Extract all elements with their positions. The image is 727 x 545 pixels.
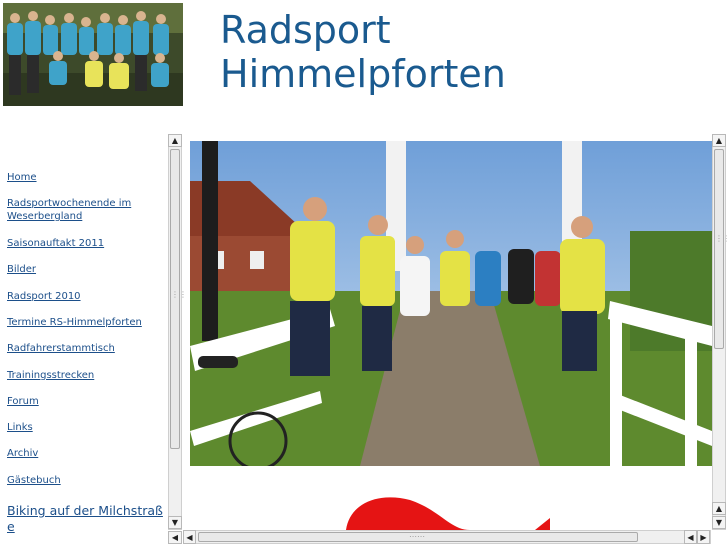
nav-link-biking-milchstrasse[interactable]: Biking auf der Milchstraß [7, 503, 163, 519]
nav-vertical-scrollbar[interactable]: ⋮⋮ [168, 134, 187, 530]
arrow-up-icon[interactable]: ▲ [712, 134, 726, 147]
site-title: Radsport Himmelpforten [220, 8, 506, 96]
grip-icon: ⋮⋮ [715, 234, 727, 243]
arrow-left-icon[interactable]: ◀ [168, 531, 182, 544]
arrow-up-icon[interactable]: ▲ [168, 134, 182, 147]
nav-link-saisonauftakt-2011[interactable]: Saisonauftakt 2011 [7, 237, 104, 250]
nav-link-links[interactable]: Links [7, 421, 33, 434]
nav-link-radsport-2010[interactable]: Radsport 2010 [7, 290, 81, 303]
arrow-left-icon[interactable]: ◀ [183, 530, 196, 544]
nav-link-trainingsstrecken[interactable]: Trainingsstrecken [7, 369, 94, 382]
nav-scrollbar-thumb[interactable] [170, 149, 180, 449]
site-title-line-2: Himmelpforten [220, 52, 506, 96]
grip-icon: ⋮⋮ [171, 290, 187, 299]
nav-link-forum[interactable]: Forum [7, 395, 39, 408]
grip-icon: ⋯⋯ [409, 532, 425, 541]
content-horizontal-scrollbar[interactable]: ⋯⋯ [183, 530, 711, 544]
arrow-up-icon[interactable]: ▲ [712, 502, 726, 515]
site-title-line-1: Radsport [220, 8, 391, 52]
cyclists-bridge-photo [190, 141, 712, 466]
red-logo-graphic [346, 497, 550, 530]
content-vertical-scrollbar[interactable]: ⋮⋮ [712, 134, 727, 530]
team-group-photo [3, 3, 183, 106]
nav-link-radsportwochenende-line2[interactable]: Weserbergland [7, 210, 82, 223]
nav-link-radfahrerstammtisch[interactable]: Radfahrerstammtisch [7, 342, 115, 355]
nav-link-radsportwochenende[interactable]: Radsportwochenende im [7, 197, 131, 210]
content-scrollbar-thumb[interactable] [714, 149, 724, 349]
nav-link-gaestebuch[interactable]: Gästebuch [7, 474, 61, 487]
arrow-down-icon[interactable]: ▼ [168, 516, 182, 529]
arrow-right-icon[interactable]: ▶ [697, 530, 710, 544]
arrow-left-icon[interactable]: ◀ [684, 530, 697, 544]
sidebar-nav: Home Radsportwochenende im Weserbergland… [0, 134, 168, 544]
nav-link-home[interactable]: Home [7, 171, 37, 184]
nav-link-bilder[interactable]: Bilder [7, 263, 36, 276]
nav-link-archiv[interactable]: Archiv [7, 447, 38, 460]
nav-link-biking-milchstrasse-line2[interactable]: e [7, 519, 15, 535]
arrow-down-icon[interactable]: ▼ [712, 516, 726, 529]
nav-link-termine[interactable]: Termine RS-Himmelpforten [7, 316, 142, 329]
